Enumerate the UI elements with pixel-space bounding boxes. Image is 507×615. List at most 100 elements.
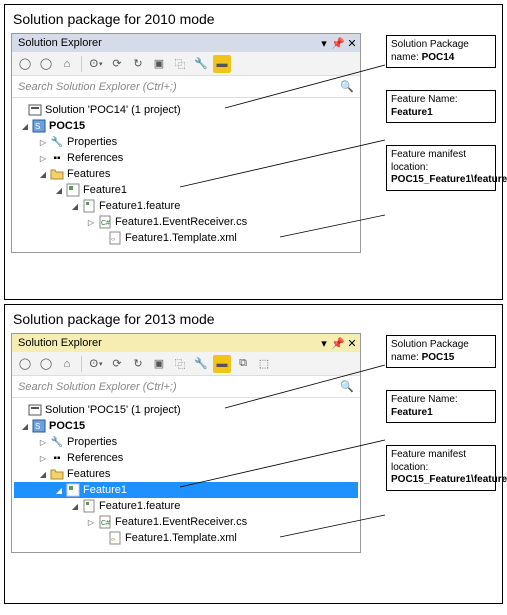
anno-value: POC15_Feature1\feature1.Template.xml (391, 474, 491, 487)
dropdown-icon[interactable]: ▾ (318, 337, 330, 349)
node-label: Feature1.EventReceiver.cs (115, 516, 247, 528)
anno-manifest-location: Feature manifest location: POC15_Feature… (386, 445, 496, 491)
expand-icon[interactable] (54, 485, 64, 495)
expand-icon[interactable] (86, 217, 96, 227)
close-icon[interactable]: ✕ (346, 37, 358, 49)
expand-icon[interactable] (38, 453, 48, 463)
home-button[interactable]: ⌂ (58, 55, 76, 73)
template-node[interactable]: ‹› Feature1.Template.xml (14, 530, 358, 546)
solution-explorer-panel: Solution Explorer ▾ 📌 ✕ ◯ ◯ ⌂ ʘ▾ ⟳ ↻ ▣ ⿻… (11, 33, 361, 253)
solution-icon (28, 403, 42, 417)
collapse-button[interactable]: ↻ (129, 55, 147, 73)
anno-label: Feature Name: (391, 94, 491, 107)
preview-button[interactable]: ▬ (213, 55, 231, 73)
solution-node[interactable]: Solution 'POC15' (1 project) (14, 402, 358, 418)
expand-icon[interactable] (86, 517, 96, 527)
feature-icon (66, 183, 80, 197)
project-node[interactable]: S POC15 (14, 118, 358, 134)
refresh-button[interactable]: ⟳ (108, 355, 126, 373)
extra1-button[interactable]: ⧉ (234, 355, 252, 373)
expand-icon[interactable] (20, 121, 30, 131)
explorer-title: Solution Explorer (18, 337, 102, 349)
sync-button[interactable]: ʘ▾ (87, 55, 105, 73)
extra2-button[interactable]: ⬚ (255, 355, 273, 373)
references-icon: ▪▪ (50, 451, 64, 465)
show-all-button[interactable]: ▣ (150, 55, 168, 73)
expand-icon (16, 105, 26, 115)
solution-explorer-panel: Solution Explorer ▾ 📌 ✕ ◯ ◯ ⌂ ʘ▾ ⟳ ↻ ▣ ⿻… (11, 333, 361, 553)
search-icon[interactable]: 🔍 (340, 380, 354, 393)
anno-label: Feature Name: (391, 394, 491, 407)
node-label: POC15 (49, 420, 85, 432)
section-2010: Solution package for 2010 mode Solution … (4, 4, 503, 300)
search-input[interactable]: Search Solution Explorer (Ctrl+;) 🔍 (12, 76, 360, 98)
properties-node[interactable]: 🔧 Properties (14, 134, 358, 150)
expand-icon (16, 405, 26, 415)
eventreceiver-node[interactable]: C# Feature1.EventReceiver.cs (14, 214, 358, 230)
solution-node[interactable]: Solution 'POC14' (1 project) (14, 102, 358, 118)
close-icon[interactable]: ✕ (346, 337, 358, 349)
expand-icon[interactable] (54, 185, 64, 195)
feature-file-node[interactable]: Feature1.feature (14, 198, 358, 214)
search-input[interactable]: Search Solution Explorer (Ctrl+;) 🔍 (12, 376, 360, 398)
node-label: Properties (67, 136, 117, 148)
template-node[interactable]: ‹› Feature1.Template.xml (14, 230, 358, 246)
features-node[interactable]: Features (14, 466, 358, 482)
properties-button[interactable]: 🔧 (192, 55, 210, 73)
pin-icon[interactable]: 📌 (332, 337, 344, 349)
home-button[interactable]: ⌂ (58, 355, 76, 373)
anno-feature-name: Feature Name: Feature1 (386, 390, 496, 423)
preview-button[interactable]: ▬ (213, 355, 231, 373)
back-button[interactable]: ◯ (16, 355, 34, 373)
project-node[interactable]: S POC15 (14, 418, 358, 434)
collapse-button[interactable]: ↻ (129, 355, 147, 373)
node-label: Features (67, 168, 110, 180)
references-node[interactable]: ▪▪ References (14, 150, 358, 166)
show-all-button[interactable]: ▣ (150, 355, 168, 373)
node-label: References (67, 452, 123, 464)
annotations: Solution Package name: POC14 Feature Nam… (386, 35, 496, 191)
xml-file-icon: ‹› (108, 231, 122, 245)
expand-icon[interactable] (38, 137, 48, 147)
svg-text:S: S (35, 422, 40, 431)
refresh-button[interactable]: ⟳ (108, 55, 126, 73)
properties-node[interactable]: 🔧 Properties (14, 434, 358, 450)
copy-button[interactable]: ⿻ (171, 355, 189, 373)
forward-button[interactable]: ◯ (37, 355, 55, 373)
eventreceiver-node[interactable]: C# Feature1.EventReceiver.cs (14, 514, 358, 530)
tree: Solution 'POC14' (1 project) S POC15 🔧 P… (12, 98, 360, 252)
expand-icon[interactable] (38, 153, 48, 163)
expand-icon[interactable] (38, 437, 48, 447)
project-icon: S (32, 419, 46, 433)
section-title: Solution package for 2010 mode (13, 11, 496, 27)
node-label: Features (67, 468, 110, 480)
anno-feature-name: Feature Name: Feature1 (386, 90, 496, 123)
feature1-node[interactable]: Feature1 (14, 182, 358, 198)
anno-solution-name: Solution Package name: POC14 (386, 35, 496, 68)
node-label: Feature1.feature (99, 200, 180, 212)
pin-icon[interactable]: 📌 (332, 37, 344, 49)
forward-button[interactable]: ◯ (37, 55, 55, 73)
properties-button[interactable]: 🔧 (192, 355, 210, 373)
copy-button[interactable]: ⿻ (171, 55, 189, 73)
sync-button[interactable]: ʘ▾ (87, 355, 105, 373)
search-placeholder: Search Solution Explorer (Ctrl+;) (18, 81, 177, 93)
features-node[interactable]: Features (14, 166, 358, 182)
expand-icon[interactable] (20, 421, 30, 431)
xml-file-icon: ‹› (108, 531, 122, 545)
tree: Solution 'POC15' (1 project) S POC15 🔧 P… (12, 398, 360, 552)
dropdown-icon[interactable]: ▾ (318, 37, 330, 49)
expand-icon[interactable] (38, 169, 48, 179)
search-icon[interactable]: 🔍 (340, 80, 354, 93)
expand-icon[interactable] (70, 201, 80, 211)
back-button[interactable]: ◯ (16, 55, 34, 73)
references-node[interactable]: ▪▪ References (14, 450, 358, 466)
expand-icon[interactable] (70, 501, 80, 511)
node-label: POC15 (49, 120, 85, 132)
node-label: Feature1.EventReceiver.cs (115, 216, 247, 228)
feature-file-node[interactable]: Feature1.feature (14, 498, 358, 514)
expand-icon[interactable] (38, 469, 48, 479)
anno-manifest-location: Feature manifest location: POC15_Feature… (386, 145, 496, 191)
feature1-node[interactable]: Feature1 (14, 482, 358, 498)
svg-text:S: S (35, 122, 40, 131)
